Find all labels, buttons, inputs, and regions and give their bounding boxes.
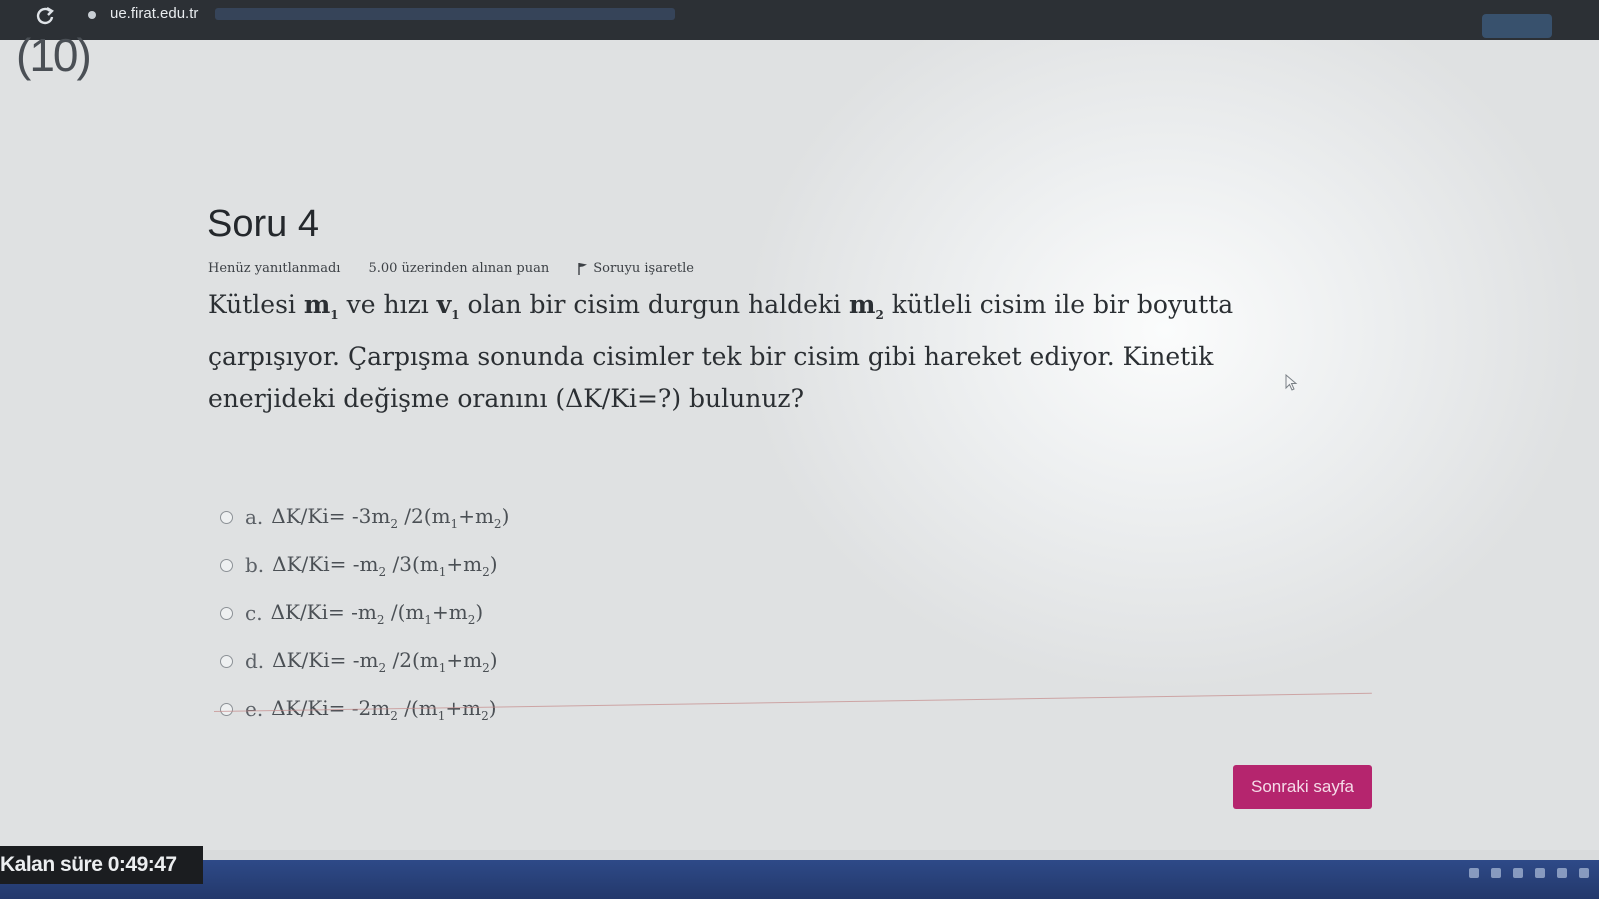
answer-option-b[interactable]: b. ΔK/Ki= -m2 /3(m1+m2) — [220, 541, 509, 589]
answer-radio[interactable] — [220, 558, 233, 572]
answer-option-d[interactable]: d. ΔK/Ki= -m2 /2(m1+m2) — [220, 637, 509, 685]
answer-radio[interactable] — [220, 510, 233, 524]
os-taskbar — [0, 860, 1599, 899]
question-title: Soru 4 — [207, 203, 319, 245]
system-tray — [1469, 868, 1589, 878]
answer-formula: ΔK/Ki= -3m2 /2(m1+m2) — [271, 503, 510, 531]
reload-icon[interactable] — [34, 5, 56, 27]
tray-chevron-icon[interactable] — [1469, 868, 1479, 878]
answer-radio[interactable] — [220, 606, 233, 620]
question-points: 5.00 üzerinden alınan puan — [368, 261, 550, 276]
site-logo: (10) — [16, 29, 92, 81]
question-text: Kütlesi m1 ve hızı v1 olan bir cisim dur… — [208, 290, 1234, 413]
answer-options: a. ΔK/Ki= -3m2 /2(m1+m2) b. ΔK/Ki= -m2 /… — [220, 493, 509, 733]
quiz-page: (10) Soru 4 Henüz yanıtlanmadı 5.00 üzer… — [0, 29, 1599, 850]
flag-icon — [578, 263, 588, 275]
flag-question-label: Soruyu işaretle — [593, 261, 694, 276]
answer-radio[interactable] — [220, 654, 233, 668]
next-page-button[interactable]: Sonraki sayfa — [1233, 765, 1372, 809]
url-path-blurred[interactable] — [215, 8, 675, 20]
answer-formula: ΔK/Ki= -m2 /2(m1+m2) — [272, 647, 498, 675]
question-status: Henüz yanıtlanmadı — [208, 261, 341, 276]
answer-formula: ΔK/Ki= -m2 /3(m1+m2) — [272, 551, 498, 579]
remaining-time: Kalan süre 0:49:47 — [0, 846, 203, 884]
browser-extension-button[interactable] — [1482, 14, 1552, 38]
browser-toolbar: ue.firat.edu.tr — [0, 0, 1599, 40]
answer-option-c[interactable]: c. ΔK/Ki= -m2 /(m1+m2) — [220, 589, 509, 637]
tray-notification-icon[interactable] — [1579, 868, 1589, 878]
mouse-cursor-icon — [1285, 374, 1298, 391]
tray-cloud-icon[interactable] — [1491, 868, 1501, 878]
flag-question-link[interactable]: Soruyu işaretle — [577, 261, 694, 276]
tray-battery-icon[interactable] — [1513, 868, 1523, 878]
site-info-icon[interactable] — [88, 11, 96, 19]
tray-network-icon[interactable] — [1535, 868, 1545, 878]
question-info: Henüz yanıtlanmadı 5.00 üzerinden alınan… — [208, 261, 694, 276]
answer-option-a[interactable]: a. ΔK/Ki= -3m2 /2(m1+m2) — [220, 493, 509, 541]
answer-formula: ΔK/Ki= -m2 /(m1+m2) — [270, 599, 484, 627]
answer-radio[interactable] — [220, 702, 233, 716]
url-host[interactable]: ue.firat.edu.tr — [110, 5, 198, 22]
tray-volume-icon[interactable] — [1557, 868, 1567, 878]
